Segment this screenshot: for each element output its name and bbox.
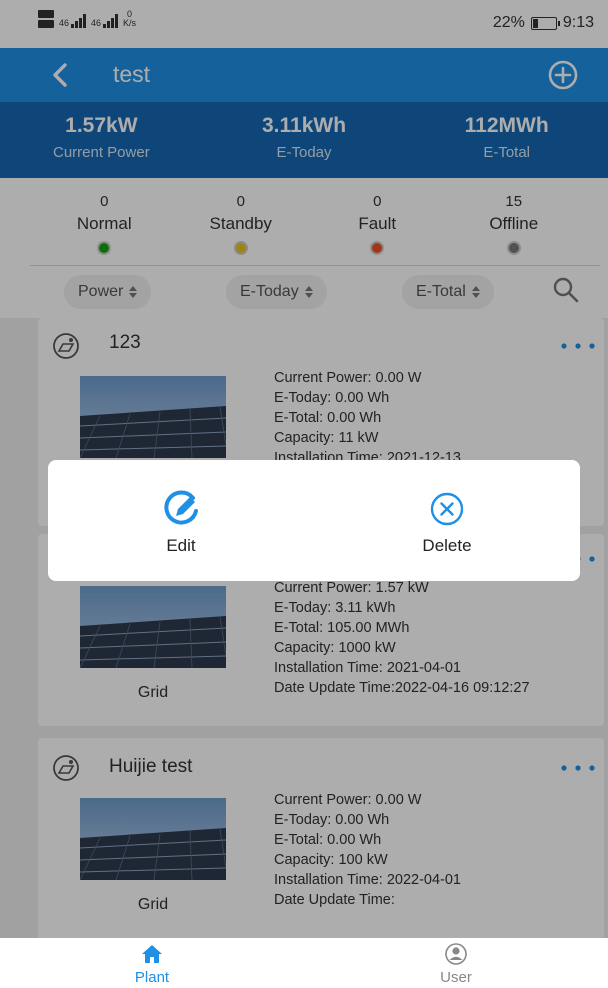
close-circle-icon <box>430 492 464 526</box>
bottom-nav: Plant User <box>0 938 608 988</box>
nav-user[interactable]: User <box>304 938 608 988</box>
nav-user-label: User <box>440 969 472 986</box>
edit-icon <box>164 490 198 525</box>
action-dialog: Edit Delete <box>48 460 580 581</box>
nav-plant[interactable]: Plant <box>0 938 304 988</box>
delete-button[interactable]: Delete <box>314 460 580 581</box>
edit-label: Edit <box>166 536 196 555</box>
user-icon <box>445 943 467 965</box>
delete-label: Delete <box>422 536 472 555</box>
home-icon <box>142 945 162 963</box>
edit-button[interactable]: Edit <box>48 460 314 581</box>
nav-plant-label: Plant <box>134 969 170 986</box>
